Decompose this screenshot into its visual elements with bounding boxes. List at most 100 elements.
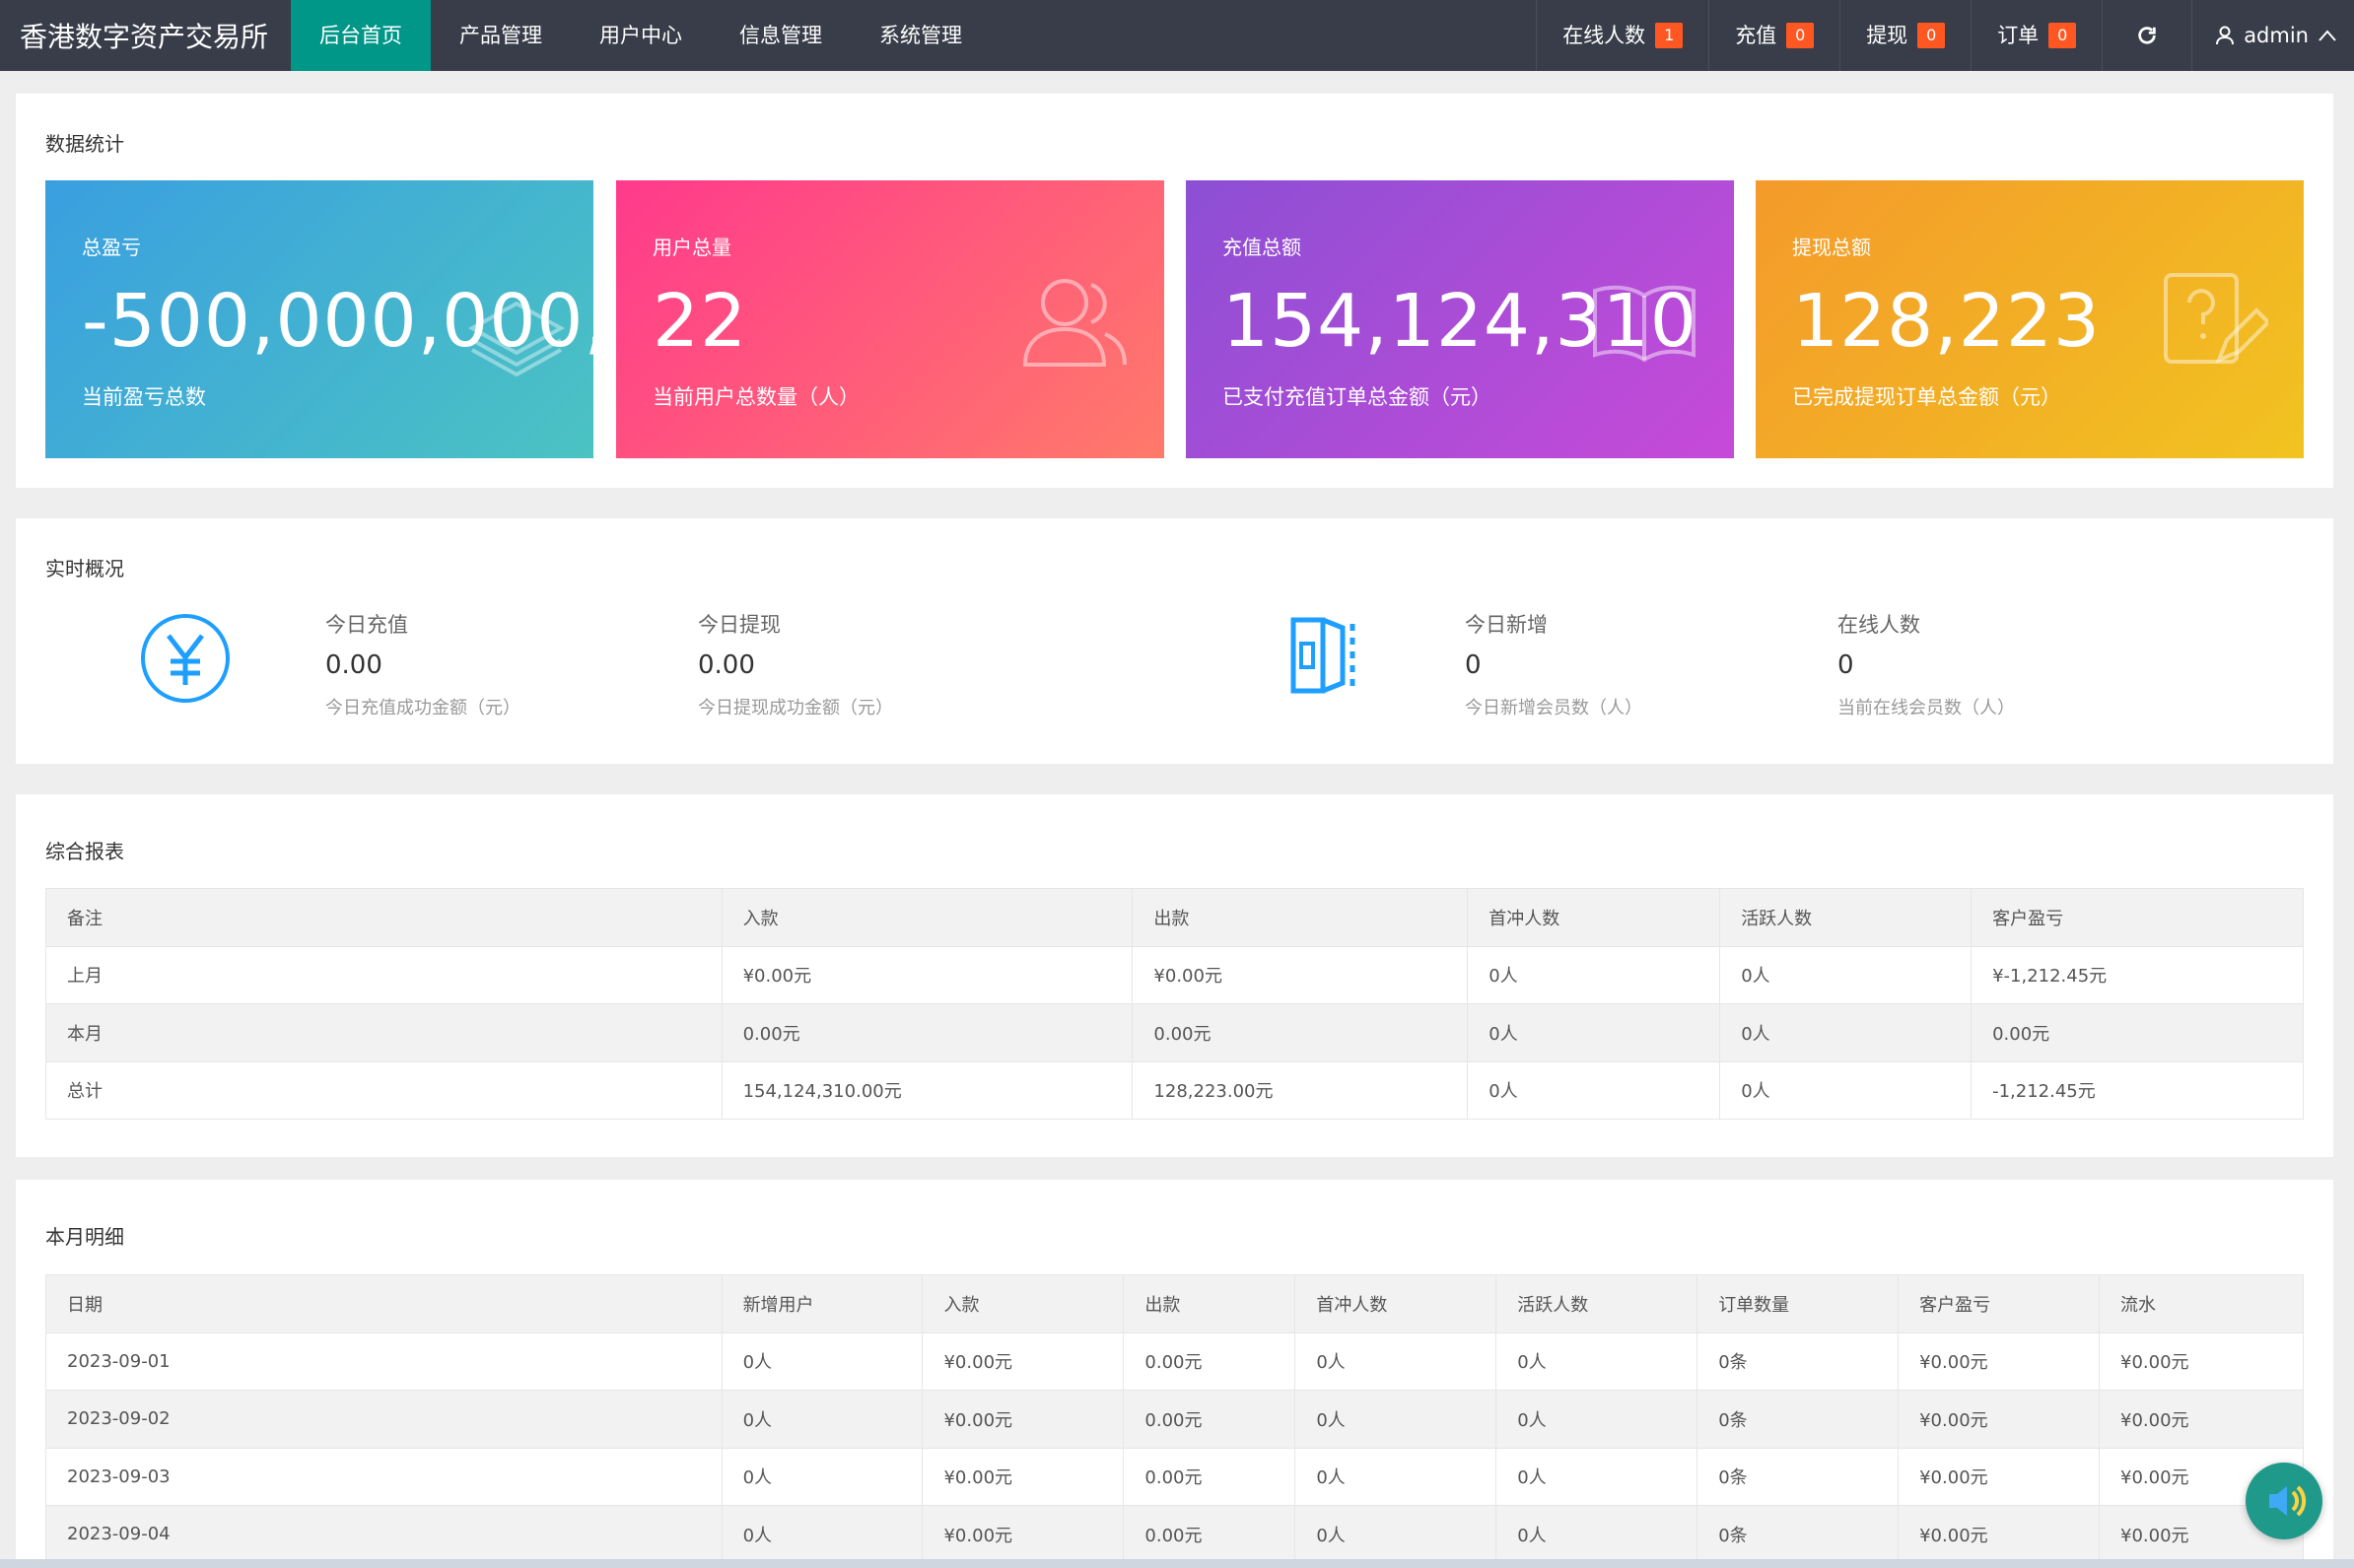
table-header-cell: 首冲人数 (1294, 1274, 1497, 1333)
table-cell: 总计 (45, 1060, 723, 1120)
recharge-button[interactable]: 充值 0 (1708, 0, 1839, 71)
table-cell: ¥0.00元 (922, 1505, 1125, 1564)
orders-label: 订单 (1997, 24, 2040, 47)
table-cell: 2023-09-01 (45, 1331, 723, 1391)
orders-button[interactable]: 订单 0 (1971, 0, 2102, 71)
table-header-cell: 出款 (1123, 1274, 1296, 1333)
table-header-row: 备注 入款 出款 首冲人数 活跃人数 客户盈亏 (45, 888, 2304, 947)
table-cell: 0人 (1495, 1390, 1698, 1449)
table-header-cell: 出款 (1132, 888, 1469, 947)
online-users-button[interactable]: 在线人数 1 (1536, 0, 1708, 71)
table-cell: ¥0.00元 (721, 945, 1134, 1004)
table-cell: 本月 (45, 1003, 723, 1062)
table-cell: ¥0.00元 (2099, 1331, 2304, 1391)
rt-desc: 今日充值成功金额（元） (325, 698, 520, 718)
table-cell: 0人 (1719, 945, 1973, 1004)
stats-title: 数据统计 (45, 132, 124, 156)
report-table: 备注 入款 出款 首冲人数 活跃人数 客户盈亏 上月 ¥0.00元 ¥0.00元… (45, 888, 2304, 1120)
refresh-button[interactable] (2102, 0, 2191, 71)
nav-info[interactable]: 信息管理 (711, 0, 851, 71)
rt-label: 今日提现 (698, 613, 781, 637)
nav-products[interactable]: 产品管理 (431, 0, 571, 71)
withdraw-button[interactable]: 提现 0 (1839, 0, 1971, 71)
table-header-cell: 入款 (922, 1274, 1125, 1333)
table-cell: 0人 (1467, 1060, 1721, 1120)
table-cell: ¥0.00元 (1898, 1390, 2101, 1449)
stat-value: 128,223 (1792, 279, 2102, 364)
rt-value: 0 (1837, 650, 1854, 680)
table-cell: ¥0.00元 (2099, 1390, 2304, 1449)
withdraw-label: 提现 (1866, 24, 1908, 47)
stat-title: 总盈亏 (82, 236, 141, 259)
table-row: 2023-09-04 0人 ¥0.00元 0.00元 0人 0人 0条 ¥0.0… (45, 1505, 2304, 1564)
table-cell: ¥0.00元 (1132, 945, 1469, 1004)
rt-value: 0.00 (325, 650, 382, 680)
table-cell: ¥-1,212.45元 (1971, 945, 2304, 1004)
table-cell: ¥0.00元 (922, 1331, 1125, 1391)
report-panel: 综合报表 备注 入款 出款 首冲人数 活跃人数 客户盈亏 上月 ¥0.00元 ¥… (16, 794, 2333, 1157)
table-cell: 0.00元 (1123, 1505, 1296, 1564)
table-header-cell: 备注 (45, 888, 723, 947)
refresh-icon (2138, 27, 2156, 44)
withdraw-badge: 0 (1917, 23, 1946, 48)
nav-users[interactable]: 用户中心 (571, 0, 711, 71)
table-cell: ¥0.00元 (1898, 1331, 2101, 1391)
table-cell: 154,124,310.00元 (721, 1060, 1134, 1120)
rt-label: 在线人数 (1837, 613, 1920, 637)
table-cell: ¥0.00元 (1898, 1447, 2101, 1506)
rt-desc: 今日新增会员数（人） (1465, 698, 1642, 718)
main-nav: 后台首页 产品管理 用户中心 信息管理 系统管理 (291, 0, 991, 71)
table-cell: 0人 (1719, 1060, 1973, 1120)
top-navbar: 香港数字资产交易所 后台首页 产品管理 用户中心 信息管理 系统管理 在线人数 … (0, 0, 2354, 71)
detail-panel: 本月明细 日期 新增用户 入款 出款 首冲人数 活跃人数 订单数量 客户盈亏 流… (16, 1180, 2333, 1568)
table-cell: 上月 (45, 945, 723, 1004)
stat-title: 用户总量 (653, 236, 731, 259)
stat-card-users: 用户总量 22 当前用户总数量（人） (616, 180, 1164, 458)
table-header-cell: 客户盈亏 (1898, 1274, 2101, 1333)
online-badge: 1 (1655, 23, 1684, 48)
stat-card-recharge: 充值总额 154,124,310 已支付充值订单总金额（元） (1186, 180, 1734, 458)
rt-value: 0 (1465, 650, 1482, 680)
nav-home[interactable]: 后台首页 (291, 0, 431, 71)
table-cell: 0.00元 (721, 1003, 1134, 1062)
table-cell: 2023-09-04 (45, 1505, 723, 1564)
table-cell: 0人 (1294, 1505, 1497, 1564)
question-edit-icon (2164, 273, 2268, 364)
today-withdraw: 今日提现 0.00 今日提现成功金额（元） (698, 609, 893, 719)
table-row: 本月 0.00元 0.00元 0人 0人 0.00元 (45, 1003, 2304, 1062)
table-header-row: 日期 新增用户 入款 出款 首冲人数 活跃人数 订单数量 客户盈亏 流水 (45, 1274, 2304, 1333)
stat-desc: 当前盈亏总数 (82, 385, 206, 409)
rt-desc: 当前在线会员数（人） (1837, 698, 2015, 718)
table-cell: 0人 (1495, 1331, 1698, 1391)
table-cell: 2023-09-03 (45, 1447, 723, 1506)
table-cell: 0人 (1719, 1003, 1973, 1062)
table-header-cell: 流水 (2099, 1274, 2304, 1333)
table-cell: 0人 (721, 1390, 924, 1449)
nav-system[interactable]: 系统管理 (851, 0, 991, 71)
table-cell: 0.00元 (1123, 1331, 1296, 1391)
detail-title: 本月明细 (45, 1225, 124, 1249)
table-cell: 0人 (721, 1447, 924, 1506)
table-row: 2023-09-01 0人 ¥0.00元 0.00元 0人 0人 0条 ¥0.0… (45, 1331, 2304, 1391)
table-cell: ¥0.00元 (922, 1390, 1125, 1449)
stat-card-profit: 总盈亏 -500,000,000,00 当前盈亏总数 (45, 180, 593, 458)
door-icon (1290, 617, 1355, 694)
yen-circle-icon (141, 614, 230, 703)
table-cell: 0人 (1467, 945, 1721, 1004)
users-icon (1022, 279, 1127, 367)
table-cell: 0条 (1696, 1447, 1900, 1506)
table-row: 2023-09-02 0人 ¥0.00元 0.00元 0人 0人 0条 ¥0.0… (45, 1390, 2304, 1449)
table-header-cell: 新增用户 (721, 1274, 924, 1333)
right-nav: 在线人数 1 充值 0 提现 0 订单 0 admin (1536, 0, 2354, 71)
table-row: 2023-09-03 0人 ¥0.00元 0.00元 0人 0人 0条 ¥0.0… (45, 1447, 2304, 1506)
speaker-button[interactable] (2246, 1463, 2322, 1539)
admin-menu[interactable]: admin (2191, 0, 2354, 71)
table-cell: 0人 (1495, 1447, 1698, 1506)
rt-label: 今日新增 (1465, 613, 1548, 637)
stat-title: 充值总额 (1222, 236, 1301, 259)
stat-value: 154,124,310 (1222, 279, 1697, 364)
stat-title: 提现总额 (1792, 236, 1871, 259)
table-row: 总计 154,124,310.00元 128,223.00元 0人 0人 -1,… (45, 1060, 2304, 1120)
recharge-label: 充值 (1735, 24, 1777, 47)
table-cell: 0.00元 (1132, 1003, 1469, 1062)
